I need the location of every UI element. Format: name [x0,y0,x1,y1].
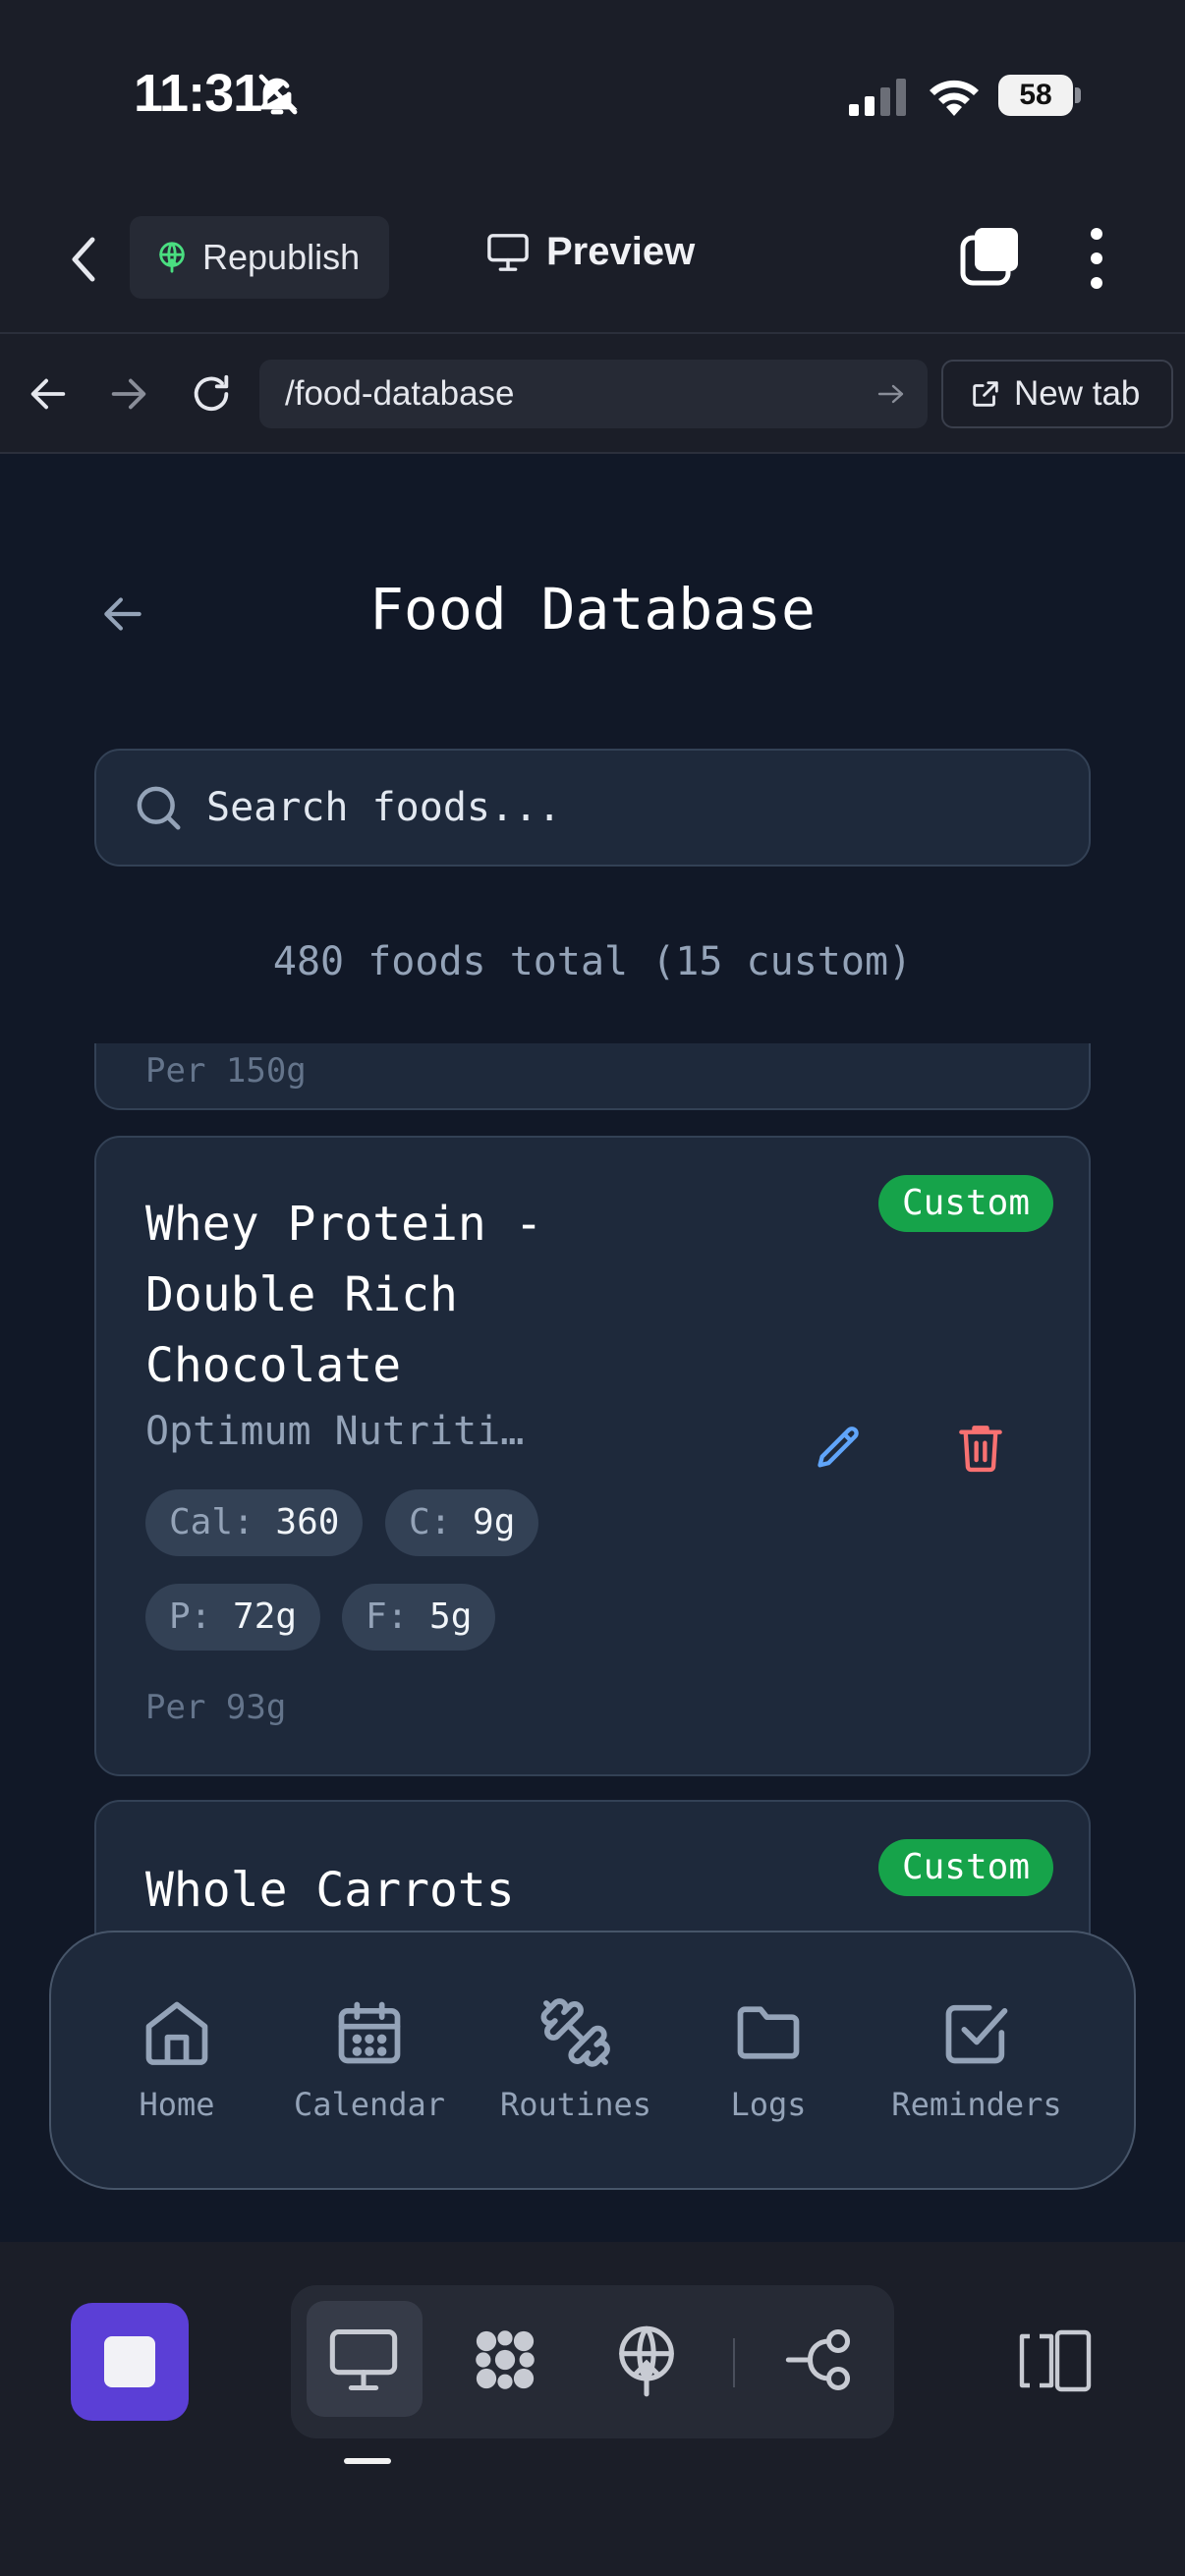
home-icon [145,2001,208,2065]
nav-reminders[interactable]: Reminders [888,1995,1065,2123]
battery-level: 58 [998,75,1073,116]
food-brand: Optimum Nutriti… [145,1409,525,1454]
arrow-right-icon[interactable] [106,371,151,417]
carbs-value: 9g [473,1502,516,1542]
new-tab-button[interactable]: New tab [941,360,1173,428]
carbs-pill: C: 9g [385,1489,539,1556]
protein-pill: P: 72g [145,1584,321,1651]
fat-pill: F: 5g [342,1584,496,1651]
bottom-navigation: Home Calendar Routines Logs Reminders [49,1931,1136,2190]
battery-cap [1075,87,1081,103]
food-card[interactable]: Whey Protein - Double Rich Chocolate Cus… [94,1136,1091,1776]
calories-pill: Cal: 360 [145,1489,364,1556]
editor-toolbar: Republish Preview [0,187,1185,334]
food-name: Whole Carrots [145,1863,515,1918]
wifi-icon [930,80,979,116]
calendar-icon [338,2001,401,2064]
view-switcher [291,2285,894,2438]
fat-label: F: [366,1596,409,1637]
custom-badge: Custom [877,1175,1053,1232]
protein-label: P: [169,1596,212,1637]
protein-value: 72g [233,1596,298,1637]
pencil-icon[interactable] [814,1423,865,1474]
calories-label: Cal: [169,1502,254,1542]
url-text: /food-database [285,374,515,413]
food-name: Whey Protein - Double Rich Chocolate [145,1197,543,1393]
nav-home-label: Home [139,2086,215,2123]
nav-logs-label: Logs [730,2086,807,2123]
battery-indicator: 58 [998,75,1081,116]
page-title: Food Database [369,576,816,643]
url-input[interactable]: /food-database [259,360,928,428]
side-panel-icon[interactable] [1018,2328,1093,2393]
monitor-icon [487,233,529,271]
nav-calendar-label: Calendar [293,2086,446,2123]
go-arrow-icon[interactable] [876,381,906,407]
search-icon [137,786,181,830]
more-vertical-icon[interactable] [1077,226,1116,291]
custom-badge: Custom [877,1839,1053,1896]
bell-slash-icon [258,74,298,115]
editor-bottom-bar [0,2242,1185,2576]
status-time: 11:31 [134,64,262,123]
publish-globe-icon[interactable] [609,2323,684,2397]
preview-label: Preview [546,230,696,273]
trash-icon[interactable] [957,1421,1004,1474]
folder-icon [737,2006,800,2059]
food-count: 480 foods total (15 custom) [272,939,913,984]
nav-routines[interactable]: Routines [487,1995,664,2123]
cellular-signal-icon [849,79,906,116]
git-branch-icon[interactable] [782,2323,857,2397]
checkbox-icon [945,2004,1008,2064]
external-link-icon [973,381,998,407]
reload-icon[interactable] [189,371,234,417]
preview-button[interactable]: Preview [485,230,695,274]
tabs-switcher-icon[interactable] [959,226,1022,289]
browser-url-bar: /food-database New tab [0,334,1185,454]
monitor-icon[interactable] [326,2323,401,2397]
nav-reminders-label: Reminders [891,2086,1062,2123]
agent-blobs-icon[interactable] [468,2323,542,2397]
status-bar: 11:31 58 [0,0,1185,187]
serving-size: Per 93g [145,1688,287,1727]
nav-routines-label: Routines [499,2086,652,2123]
arrow-left-icon[interactable] [26,371,71,417]
stop-button[interactable] [71,2303,189,2421]
segment-divider [733,2338,735,2387]
globe-upload-icon [159,242,185,273]
new-tab-label: New tab [1014,374,1141,413]
carbs-label: C: [409,1502,452,1542]
calories-value: 360 [275,1502,340,1542]
search-placeholder: Search foods... [206,785,562,830]
republish-button[interactable]: Republish [130,216,389,299]
chevron-left-icon[interactable] [59,230,108,289]
nav-home[interactable]: Home [88,1995,265,2123]
food-card[interactable]: Per 150g [94,1043,1091,1110]
search-input[interactable]: Search foods... [94,749,1091,867]
republish-label: Republish [202,237,361,277]
fat-value: 5g [429,1596,473,1637]
stop-icon [104,2336,155,2387]
nav-calendar[interactable]: Calendar [281,1995,458,2123]
serving-size: Per 150g [145,1051,307,1091]
nav-logs[interactable]: Logs [680,1995,857,2123]
active-tab-indicator [344,2458,391,2464]
dumbbell-icon [540,1998,610,2067]
